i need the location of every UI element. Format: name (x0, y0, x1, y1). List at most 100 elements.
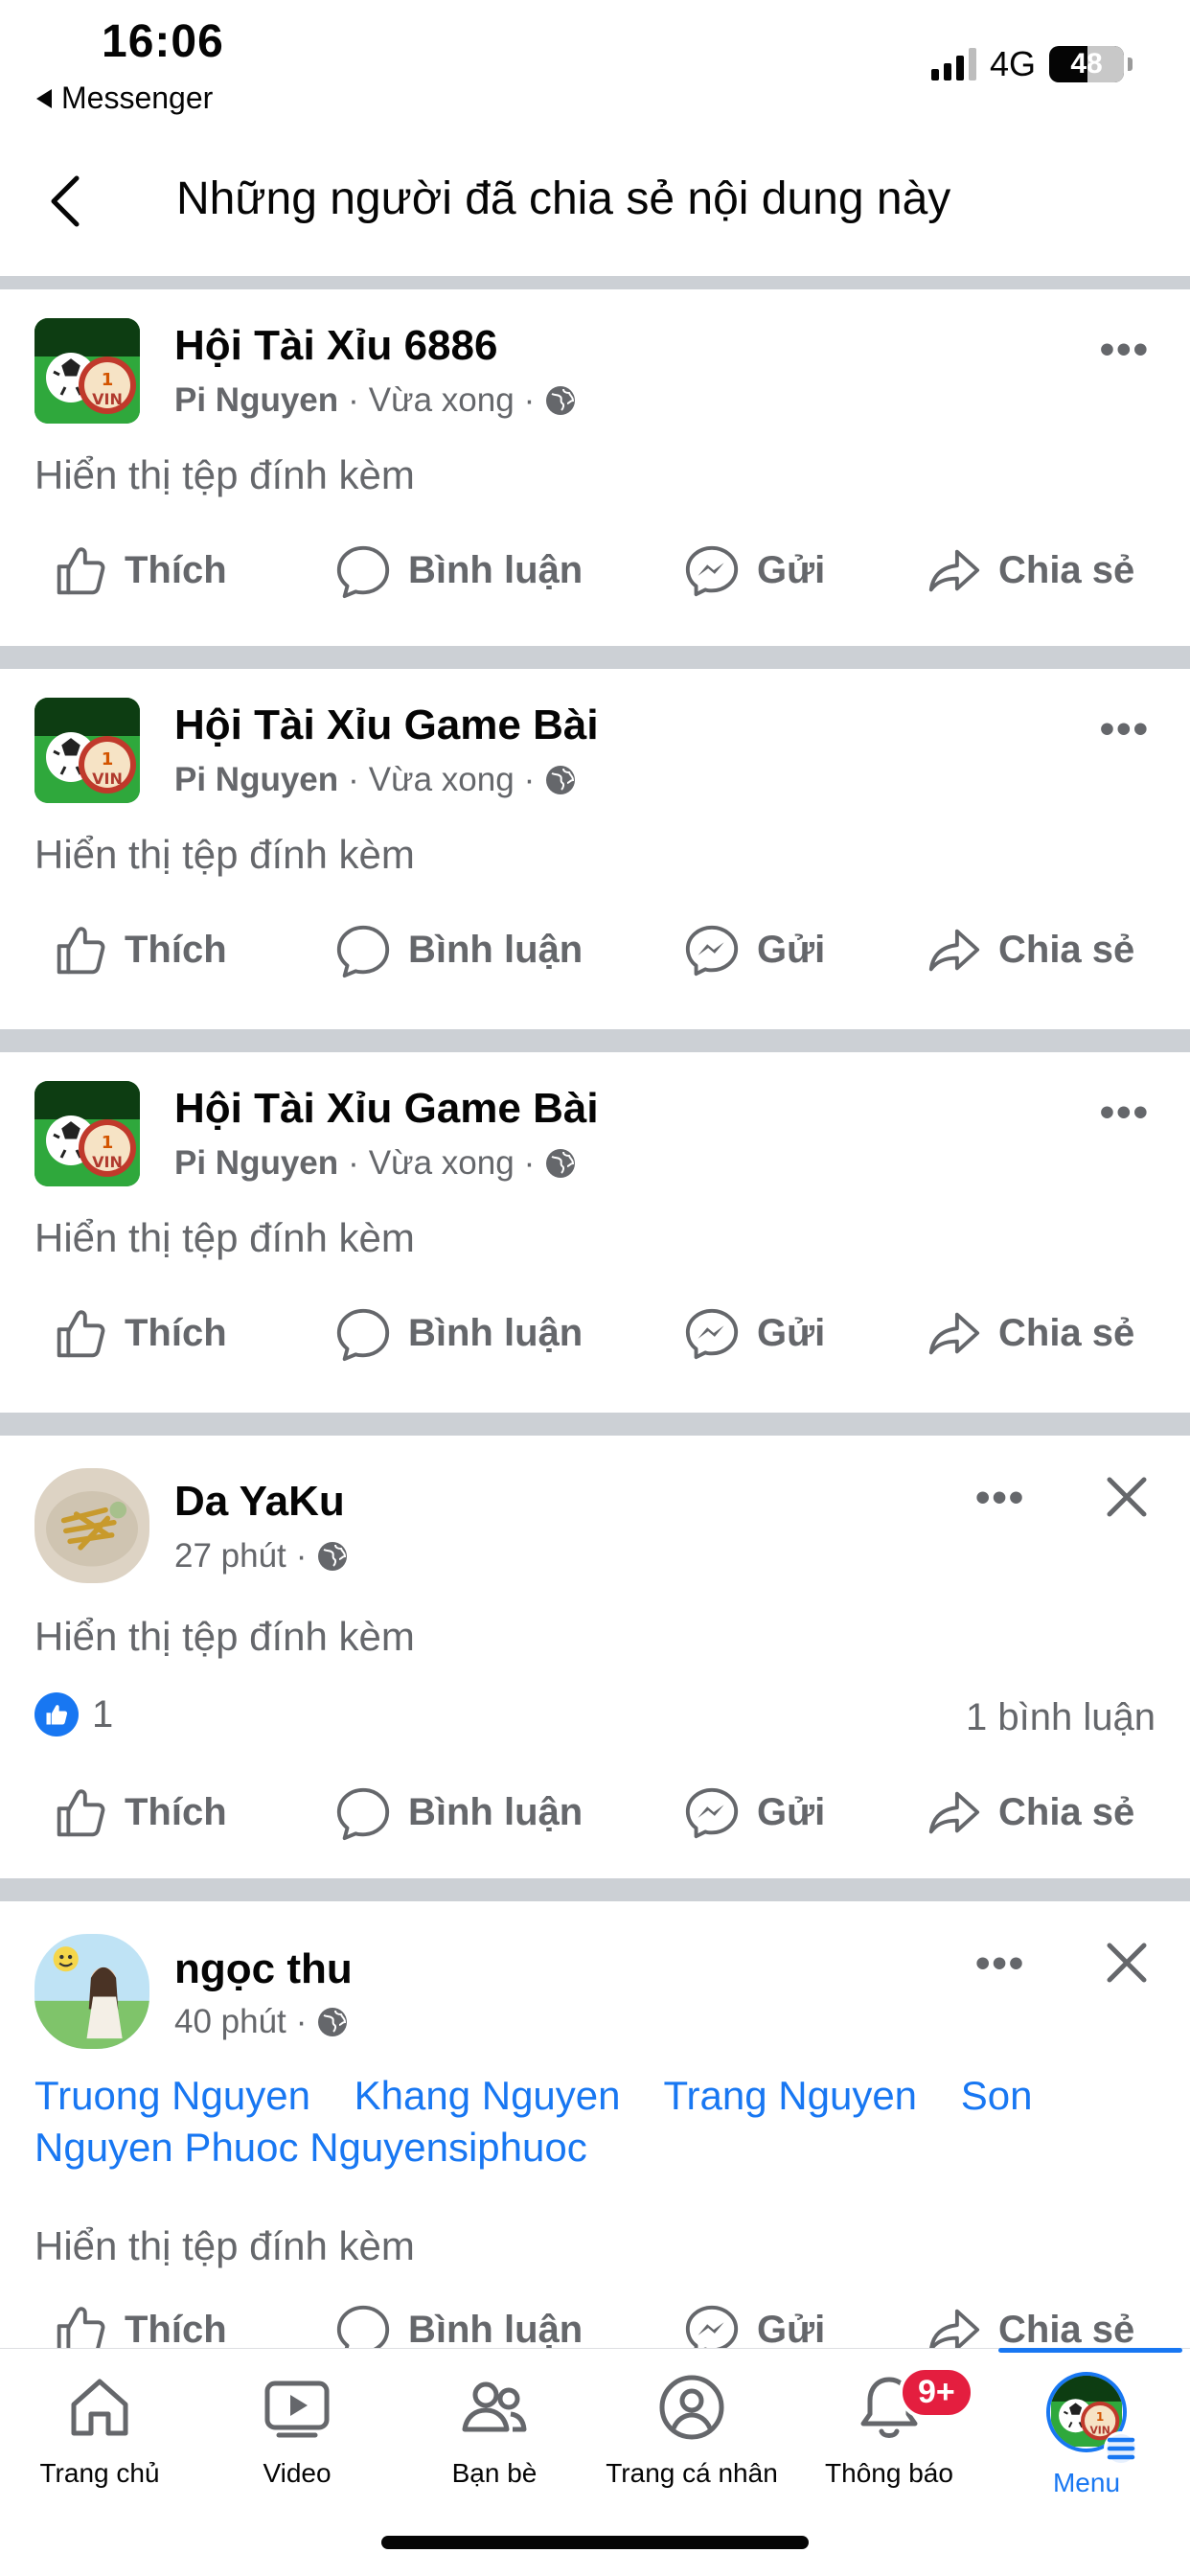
close-icon[interactable] (1104, 1940, 1150, 1986)
post-actions: Thích Bình luận Gửi Chia sẻ (0, 540, 1190, 617)
home-indicator (381, 2536, 809, 2549)
post-author[interactable]: Pi Nguyen (174, 1144, 338, 1183)
messenger-icon (682, 920, 742, 979)
post-title[interactable]: ngọc thu (174, 1945, 353, 1993)
post-time[interactable]: Vừa xong (369, 1144, 515, 1183)
meta-separator: · (348, 381, 359, 419)
back-chevron-icon[interactable] (42, 172, 90, 230)
meta-separator: · (348, 1144, 359, 1182)
active-tab-indicator (998, 2348, 1182, 2353)
comment-icon (333, 540, 393, 600)
comment-icon (333, 2300, 393, 2348)
comment-count[interactable]: 1 bình luận (966, 1696, 1156, 1739)
share-icon (924, 2300, 983, 2348)
network-type: 4G (989, 44, 1036, 83)
post-time[interactable]: 40 phút (174, 2003, 286, 2041)
share-button[interactable]: Chia sẻ (924, 1303, 1134, 1363)
post-time[interactable]: Vừa xong (369, 761, 515, 799)
menu-lines-icon (1104, 2431, 1138, 2466)
post-author[interactable]: Pi Nguyen (174, 381, 338, 420)
battery-level: 48 (1070, 48, 1103, 80)
comment-button[interactable]: Bình luận (333, 2300, 583, 2348)
comment-button[interactable]: Bình luận (333, 540, 583, 600)
reaction-summary[interactable]: 1 (34, 1692, 113, 1736)
post-title[interactable]: Hội Tài Xỉu Game Bài (174, 1085, 599, 1133)
user-avatar[interactable] (34, 1468, 149, 1583)
like-button[interactable]: Thích (50, 920, 227, 979)
attachment-link[interactable]: Hiển thị tệp đính kèm (34, 2223, 415, 2269)
comment-button[interactable]: Bình luận (333, 1782, 583, 1842)
thumbs-up-icon (50, 540, 109, 600)
globe-icon (316, 2006, 349, 2038)
send-button[interactable]: Gửi (682, 1303, 825, 1363)
attachment-link[interactable]: Hiển thị tệp đính kèm (34, 452, 415, 498)
tagged-people: Truong Nguyen Khang Nguyen Trang Nguyen … (34, 2070, 1156, 2174)
like-button[interactable]: Thích (50, 2300, 227, 2348)
comment-icon (333, 920, 393, 979)
post-author[interactable]: Pi Nguyen (174, 761, 338, 799)
nav-home[interactable]: Trang chủ (4, 2372, 195, 2489)
send-button[interactable]: Gửi (682, 920, 825, 979)
post-title[interactable]: Da YaKu (174, 1478, 345, 1526)
send-button[interactable]: Gửi (682, 1782, 825, 1842)
user-avatar[interactable] (34, 1934, 149, 2049)
nav-video[interactable]: Video (201, 2372, 393, 2489)
tagged-person-link[interactable]: Son (961, 2073, 1033, 2118)
divider (0, 1878, 1190, 1901)
nav-menu[interactable]: Menu (991, 2372, 1182, 2498)
tagged-person-link[interactable]: Nguyen Phuoc Nguyensiphuoc (34, 2125, 587, 2170)
like-reaction-icon (34, 1692, 79, 1736)
share-button[interactable]: Chia sẻ (924, 2300, 1134, 2348)
comment-button[interactable]: Bình luận (333, 920, 583, 979)
comment-button[interactable]: Bình luận (333, 1303, 583, 1363)
share-button[interactable]: Chia sẻ (924, 1782, 1134, 1842)
like-button[interactable]: Thích (50, 1303, 227, 1363)
meta-separator: · (523, 1144, 536, 1182)
back-to-app-link[interactable]: Messenger (36, 80, 213, 116)
status-time: 16:06 (102, 16, 224, 67)
nav-notifications[interactable]: 9+ Thông báo (793, 2366, 985, 2489)
more-options-button[interactable]: ••• (975, 1940, 1025, 1988)
nav-profile[interactable]: Trang cá nhân (596, 2372, 788, 2489)
post-meta: 40 phút · (174, 2003, 349, 2041)
attachment-link[interactable]: Hiển thị tệp đính kèm (34, 832, 415, 878)
group-avatar[interactable] (34, 698, 140, 803)
divider (0, 276, 1190, 289)
send-button[interactable]: Gửi (682, 2300, 825, 2348)
close-icon[interactable] (1104, 1474, 1150, 1520)
messenger-icon (682, 1303, 742, 1363)
tagged-person-link[interactable]: Trang Nguyen (663, 2073, 917, 2118)
post-title[interactable]: Hội Tài Xỉu Game Bài (174, 702, 599, 749)
share-icon (924, 920, 983, 979)
more-options-button[interactable]: ••• (975, 1474, 1025, 1522)
nav-friends[interactable]: Bạn bè (399, 2372, 590, 2489)
shared-post: Da YaKu 27 phút · ••• Hiển thị tệp đính … (0, 1436, 1190, 1878)
like-button[interactable]: Thích (50, 1782, 227, 1842)
post-title[interactable]: Hội Tài Xỉu 6886 (174, 322, 497, 370)
notification-badge: 9+ (899, 2366, 974, 2419)
post-actions: Thích Bình luận Gửi Chia sẻ (0, 1303, 1190, 1380)
tagged-person-link[interactable]: Khang Nguyen (355, 2073, 621, 2118)
share-button[interactable]: Chia sẻ (924, 540, 1134, 600)
thumbs-up-icon (50, 920, 109, 979)
send-button[interactable]: Gửi (682, 540, 825, 600)
share-icon (924, 1782, 983, 1842)
share-button[interactable]: Chia sẻ (924, 920, 1134, 979)
attachment-link[interactable]: Hiển thị tệp đính kèm (34, 1614, 415, 1660)
more-options-button[interactable]: ••• (1100, 705, 1150, 753)
share-icon (924, 540, 983, 600)
tagged-person-link[interactable]: Truong Nguyen (34, 2073, 310, 2118)
group-avatar[interactable] (34, 318, 140, 424)
battery-icon: 48 (1049, 46, 1124, 82)
shared-post: Hội Tài Xỉu 6886 Pi Nguyen · Vừa xong · … (0, 289, 1190, 646)
meta-separator: · (295, 2003, 308, 2040)
group-avatar[interactable] (34, 1081, 140, 1186)
more-options-button[interactable]: ••• (1100, 326, 1150, 374)
post-meta: Pi Nguyen · Vừa xong · (174, 381, 577, 420)
like-button[interactable]: Thích (50, 540, 227, 600)
more-options-button[interactable]: ••• (1100, 1089, 1150, 1137)
post-time[interactable]: 27 phút (174, 1537, 286, 1576)
post-time[interactable]: Vừa xong (369, 381, 515, 420)
attachment-link[interactable]: Hiển thị tệp đính kèm (34, 1215, 415, 1261)
post-actions: Thích Bình luận Gửi Chia sẻ (0, 920, 1190, 997)
